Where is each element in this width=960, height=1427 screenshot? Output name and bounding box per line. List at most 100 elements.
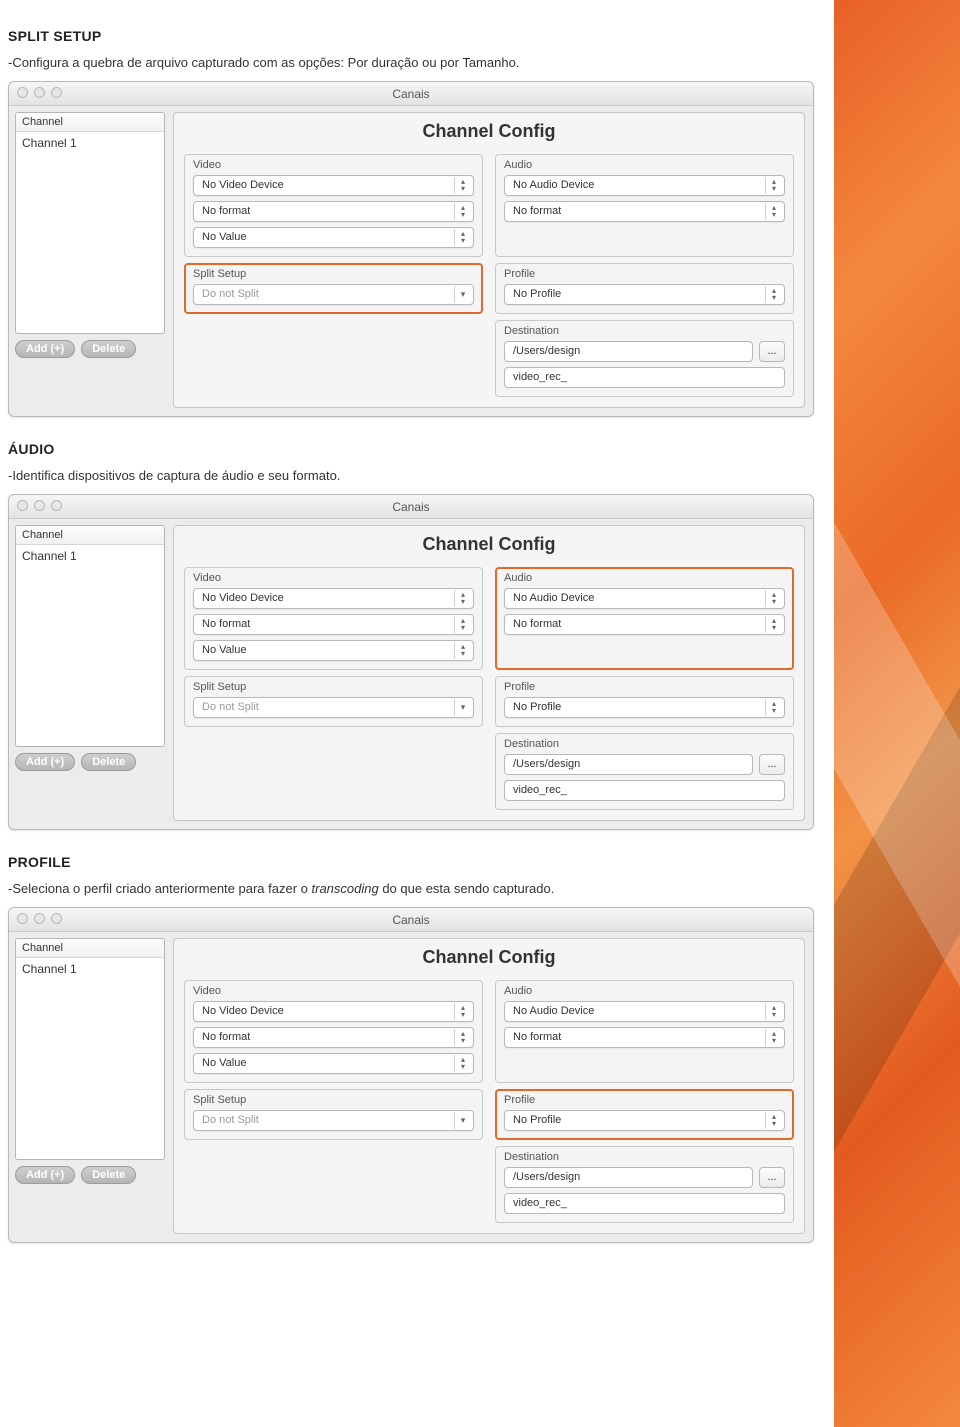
profile-select[interactable]: No Profile▴▾ [504,1110,785,1131]
chevron-down-icon: ▾ [454,1112,471,1129]
canais-window-profile: Canais Channel Channel 1 Add (+) Delete … [8,907,814,1243]
video-device-select[interactable]: No Video Device▴▾ [193,1001,474,1022]
traffic-lights [17,913,62,924]
updown-icon: ▴▾ [454,1055,471,1072]
video-group: Video No Video Device▴▾ No format▴▾ No V… [184,154,483,257]
split-setup-group: Split Setup Do not Split▾ [184,676,483,727]
window-title: Canais [392,913,429,927]
audio-label: Audio [504,985,785,997]
video-value-select[interactable]: No Value▴▾ [193,227,474,248]
profile-group: Profile No Profile▴▾ [495,1089,794,1140]
channel-list[interactable]: Channel Channel 1 [15,525,165,747]
delete-button[interactable]: Delete [81,340,136,358]
video-format-select[interactable]: No format▴▾ [193,201,474,222]
audio-format-select[interactable]: No format▴▾ [504,201,785,222]
chevron-down-icon: ▾ [454,699,471,716]
updown-icon: ▴▾ [765,616,782,633]
video-label: Video [193,159,474,171]
add-button[interactable]: Add (+) [15,1166,75,1184]
updown-icon: ▴▾ [765,1003,782,1020]
delete-button[interactable]: Delete [81,753,136,771]
updown-icon: ▴▾ [454,1003,471,1020]
destination-label: Destination [504,738,785,750]
window-title: Canais [392,500,429,514]
split-setup-group: Split Setup Do not Split▾ [184,1089,483,1140]
audio-device-select[interactable]: No Audio Device▴▾ [504,588,785,609]
list-item[interactable]: Channel 1 [16,132,164,154]
destination-path-field[interactable]: /Users/design [504,754,753,775]
audio-format-select[interactable]: No format▴▾ [504,1027,785,1048]
audio-label: Audio [504,159,785,171]
config-title: Channel Config [184,534,794,555]
audio-label: Audio [504,572,785,584]
destination-group: Destination /Users/design ... video_rec_ [495,733,794,810]
split-select[interactable]: Do not Split▾ [193,284,474,305]
profile-select[interactable]: No Profile▴▾ [504,284,785,305]
delete-button[interactable]: Delete [81,1166,136,1184]
audio-format-select[interactable]: No format▴▾ [504,614,785,635]
window-titlebar: Canais [9,495,813,519]
video-group: Video No Video Device▴▾ No format▴▾ No V… [184,980,483,1083]
video-device-select[interactable]: No Video Device▴▾ [193,588,474,609]
split-select[interactable]: Do not Split▾ [193,697,474,718]
profile-label: Profile [504,1094,785,1106]
channel-list-header: Channel [16,113,164,132]
destination-label: Destination [504,1151,785,1163]
add-button[interactable]: Add (+) [15,340,75,358]
updown-icon: ▴▾ [765,1112,782,1129]
destination-path-field[interactable]: /Users/design [504,1167,753,1188]
chevron-down-icon: ▾ [454,286,471,303]
channel-list-header: Channel [16,526,164,545]
channel-list[interactable]: Channel Channel 1 [15,938,165,1160]
destination-label: Destination [504,325,785,337]
updown-icon: ▴▾ [454,1029,471,1046]
video-format-select[interactable]: No format▴▾ [193,1027,474,1048]
traffic-lights [17,500,62,511]
destination-group: Destination /Users/design ... video_rec_ [495,1146,794,1223]
browse-button[interactable]: ... [759,754,785,775]
audio-device-select[interactable]: No Audio Device▴▾ [504,175,785,196]
audio-device-select[interactable]: No Audio Device▴▾ [504,1001,785,1022]
video-value-select[interactable]: No Value▴▾ [193,640,474,661]
split-label: Split Setup [193,268,474,280]
profile-select[interactable]: No Profile▴▾ [504,697,785,718]
updown-icon: ▴▾ [454,229,471,246]
traffic-lights [17,87,62,98]
profile-label: Profile [504,268,785,280]
updown-icon: ▴▾ [765,286,782,303]
video-label: Video [193,985,474,997]
updown-icon: ▴▾ [454,590,471,607]
updown-icon: ▴▾ [765,1029,782,1046]
channel-list[interactable]: Channel Channel 1 [15,112,165,334]
video-group: Video No Video Device▴▾ No format▴▾ No V… [184,567,483,670]
browse-button[interactable]: ... [759,1167,785,1188]
canais-window-audio: Canais Channel Channel 1 Add (+) Delete … [8,494,814,830]
video-format-select[interactable]: No format▴▾ [193,614,474,635]
channel-list-header: Channel [16,939,164,958]
destination-prefix-field[interactable]: video_rec_ [504,1193,785,1214]
updown-icon: ▴▾ [454,616,471,633]
profile-label: Profile [504,681,785,693]
add-button[interactable]: Add (+) [15,753,75,771]
destination-prefix-field[interactable]: video_rec_ [504,367,785,388]
window-titlebar: Canais [9,82,813,106]
destination-prefix-field[interactable]: video_rec_ [504,780,785,801]
config-title: Channel Config [184,947,794,968]
destination-path-field[interactable]: /Users/design [504,341,753,362]
split-setup-group: Split Setup Do not Split▾ [184,263,483,314]
video-device-select[interactable]: No Video Device▴▾ [193,175,474,196]
list-item[interactable]: Channel 1 [16,958,164,980]
profile-group: Profile No Profile▴▾ [495,676,794,727]
split-select[interactable]: Do not Split▾ [193,1110,474,1131]
list-item[interactable]: Channel 1 [16,545,164,567]
updown-icon: ▴▾ [454,177,471,194]
audio-group: Audio No Audio Device▴▾ No format▴▾ [495,567,794,670]
video-value-select[interactable]: No Value▴▾ [193,1053,474,1074]
section-body-audio: -Identifica dispositivos de captura de á… [8,467,768,486]
updown-icon: ▴▾ [454,642,471,659]
audio-group: Audio No Audio Device▴▾ No format▴▾ [495,980,794,1083]
updown-icon: ▴▾ [454,203,471,220]
profile-group: Profile No Profile▴▾ [495,263,794,314]
canais-window-split: Canais Channel Channel 1 Add (+) Delete … [8,81,814,417]
browse-button[interactable]: ... [759,341,785,362]
